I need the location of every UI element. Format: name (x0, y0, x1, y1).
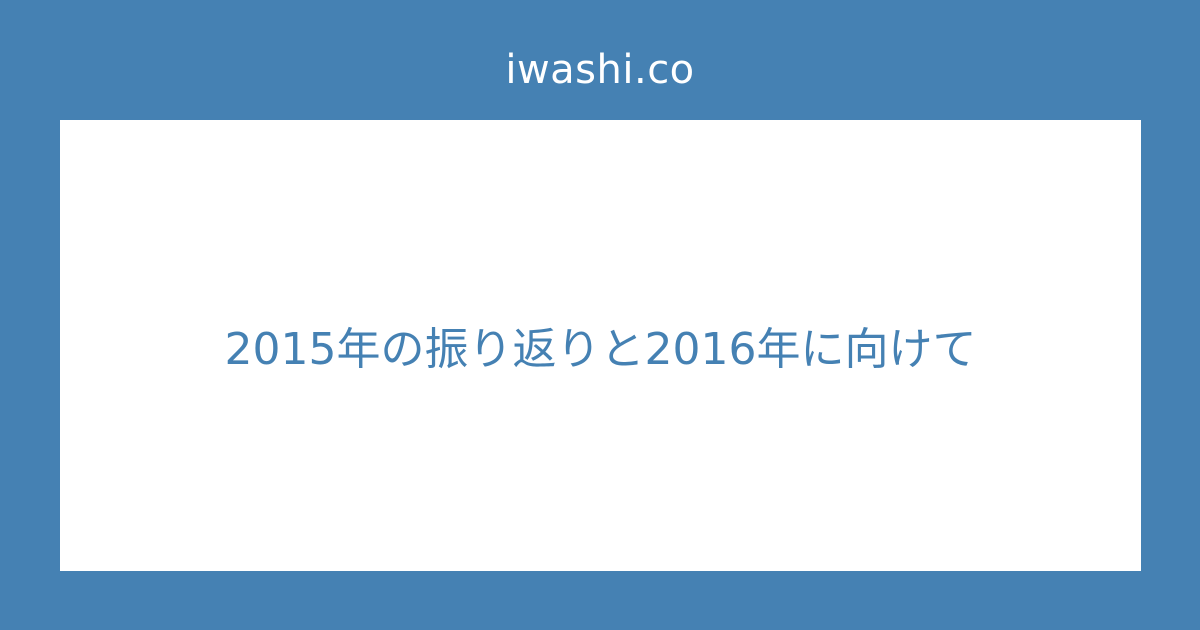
title-card: 2015年の振り返りと2016年に向けて (60, 120, 1141, 571)
post-title: 2015年の振り返りと2016年に向けて (224, 323, 977, 375)
site-name: iwashi.co (505, 47, 695, 93)
